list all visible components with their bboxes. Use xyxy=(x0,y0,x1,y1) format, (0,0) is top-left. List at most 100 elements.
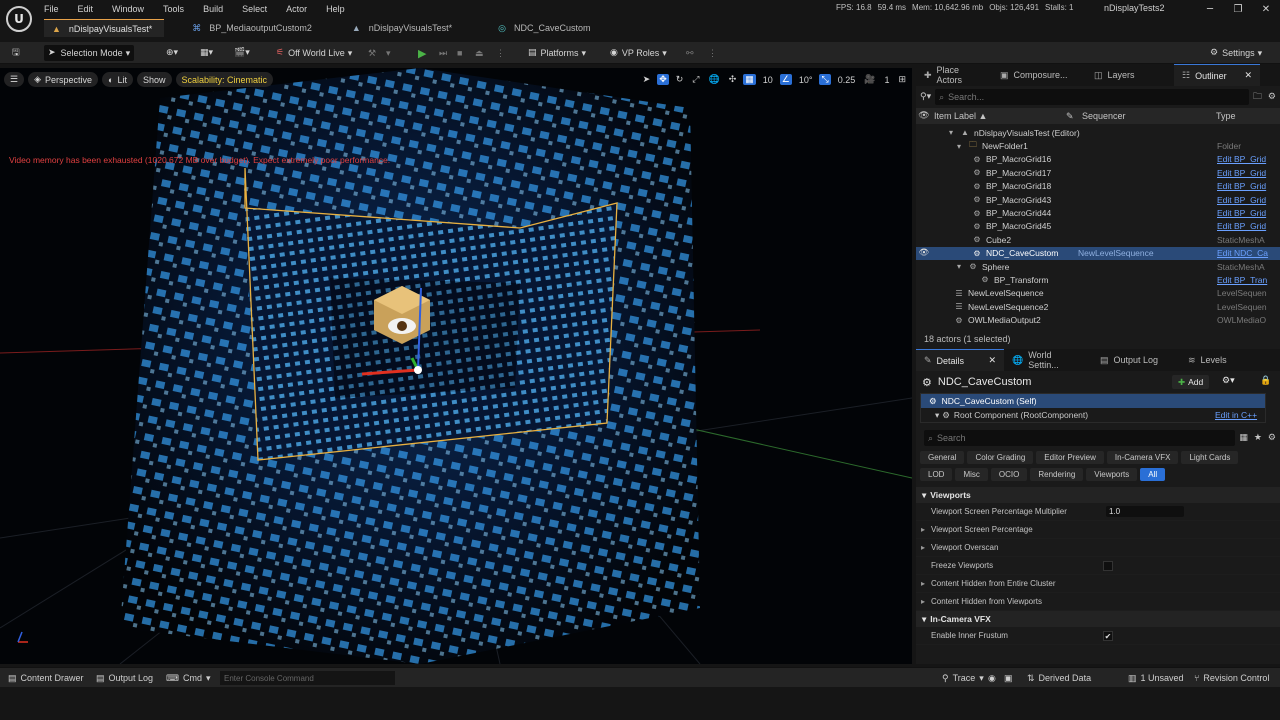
multi-user-icon[interactable]: ⚯ xyxy=(682,45,698,61)
filter-in-camera-vfx[interactable]: In-Camera VFX xyxy=(1106,451,1179,464)
scale-icon[interactable]: ⤢ xyxy=(690,74,701,85)
maximize-viewport-icon[interactable]: ⊞ xyxy=(896,74,908,85)
collapse-icon[interactable]: ▾ xyxy=(954,262,964,271)
details-search-input[interactable]: ⌕ Search xyxy=(924,430,1236,446)
tab-blueprint[interactable]: ⌘ BP_MediaoutputCustom2 xyxy=(184,19,324,37)
grid-snap-icon[interactable]: ▦ xyxy=(743,74,756,85)
console-command-input[interactable]: Enter Console Command xyxy=(220,671,395,685)
screenshot-icon[interactable]: ▣ xyxy=(1004,671,1013,685)
more-options-icon[interactable]: ⋮ xyxy=(492,45,509,61)
play-icon[interactable]: ▶ xyxy=(414,45,430,61)
filter-lod[interactable]: LOD xyxy=(920,468,953,481)
freeze-viewports-checkbox[interactable] xyxy=(1103,561,1113,571)
tree-row[interactable]: ⚙ BP_MacroGrid44 Edit BP_Grid xyxy=(916,206,1280,219)
filter-general[interactable]: General xyxy=(920,451,965,464)
outliner-settings-icon[interactable]: ⚙ xyxy=(1268,92,1276,102)
menu-help[interactable]: Help xyxy=(326,4,345,14)
more-options-icon[interactable]: ⋮ xyxy=(704,45,721,61)
record-icon[interactable]: ◉ xyxy=(988,671,996,685)
tree-row[interactable]: ☰ NewLevelSequence2 LevelSequen xyxy=(916,300,1280,313)
cinematics-button[interactable]: 🎬▾ xyxy=(230,45,254,61)
rotation-snap-icon[interactable]: ∠ xyxy=(779,74,792,85)
lock-icon[interactable]: 🔒 xyxy=(1260,375,1271,386)
tab-details[interactable]: ✎ Details ✕ xyxy=(916,349,1004,371)
close-icon[interactable]: ✕ xyxy=(1252,2,1280,16)
prop-hidden-entire-cluster[interactable]: ▸ Content Hidden from Entire Cluster xyxy=(916,575,1280,593)
grid-snap-value[interactable]: 10 xyxy=(761,75,775,85)
scale-snap-icon[interactable]: ⤡ xyxy=(819,74,831,85)
blueprint-options-icon[interactable]: ⚙▾ xyxy=(1222,375,1235,386)
filter-misc[interactable]: Misc xyxy=(955,468,988,481)
save-icon[interactable]: 🖫 xyxy=(8,45,24,61)
add-folder-icon[interactable]: 🗀 xyxy=(1253,89,1262,105)
menu-edit[interactable]: Edit xyxy=(78,4,94,14)
tree-row[interactable]: ☰ NewLevelSequence LevelSequen xyxy=(916,287,1280,300)
tab-levels[interactable]: ≋ Levels xyxy=(1180,349,1250,371)
expand-icon[interactable]: ▸ xyxy=(921,525,925,534)
table-view-icon[interactable]: ▦ xyxy=(1239,433,1248,443)
tab-layers[interactable]: ◫ Layers xyxy=(1086,64,1174,86)
tree-row[interactable]: ⚙ BP_MacroGrid18 Edit BP_Grid xyxy=(916,180,1280,193)
scalability-badge[interactable]: Scalability: Cinematic xyxy=(175,72,274,87)
prop-hidden-viewports[interactable]: ▸ Content Hidden from Viewports xyxy=(916,593,1280,611)
tab-composure[interactable]: ▣ Composure... xyxy=(992,64,1086,86)
tab-place-actors[interactable]: ✚ Place Actors xyxy=(916,64,992,86)
add-component-button[interactable]: ✚ Add xyxy=(1172,375,1210,389)
selection-mode-button[interactable]: ➤ Selection Mode ▾ xyxy=(44,45,135,61)
blueprints-button[interactable]: ▦▾ xyxy=(196,45,217,61)
tab-world-settings[interactable]: 🌐 World Settin... xyxy=(1004,349,1092,371)
section-in-camera-vfx[interactable]: ▾ In-Camera VFX xyxy=(916,611,1280,627)
prop-screen-percentage[interactable]: ▸ Viewport Screen Percentage xyxy=(916,521,1280,539)
filter-rendering[interactable]: Rendering xyxy=(1030,468,1084,481)
perspective-button[interactable]: ◈ Perspective xyxy=(28,72,99,87)
trace-button[interactable]: ⚲ Trace ▾ xyxy=(942,671,984,685)
filter-color-grading[interactable]: Color Grading xyxy=(967,451,1034,464)
tab-level-2[interactable]: ▲ nDislpayVisualsTest* xyxy=(344,19,464,37)
menu-actor[interactable]: Actor xyxy=(286,4,307,14)
close-tab-icon[interactable]: ✕ xyxy=(988,355,996,366)
build-icon[interactable]: ⚒ xyxy=(364,45,380,61)
prop-viewport-overscan[interactable]: ▸ Viewport Overscan xyxy=(916,539,1280,557)
settings-small-icon[interactable]: ▾ xyxy=(382,45,395,61)
expand-icon[interactable]: ▸ xyxy=(921,543,925,552)
tree-row[interactable]: ▾ 🗀 NewFolder1 Folder xyxy=(916,139,1280,152)
screen-percentage-multiplier-input[interactable]: 1.0 xyxy=(1106,506,1184,517)
tree-row[interactable]: ⚙ Cube2 StaticMeshA xyxy=(916,233,1280,246)
revision-control-button[interactable]: ⑂ Revision Control xyxy=(1194,671,1269,685)
filter-ocio[interactable]: OCIO xyxy=(990,468,1028,481)
rotation-snap-value[interactable]: 10° xyxy=(797,75,815,85)
eject-icon[interactable]: ⏏ xyxy=(471,45,488,61)
tab-level-1[interactable]: ▲ nDislpayVisualsTest* xyxy=(44,19,165,37)
collapse-icon[interactable]: ▾ xyxy=(946,128,956,137)
component-root[interactable]: ▾ ⚙ Root Component (RootComponent) Edit in… xyxy=(921,408,1265,422)
close-tab-icon[interactable]: ✕ xyxy=(1244,70,1252,81)
menu-tools[interactable]: Tools xyxy=(163,4,184,14)
maximize-icon[interactable]: ❐ xyxy=(1224,2,1252,16)
level-viewport[interactable]: ☰ ◈ Perspective ◐ Lit Show Scalability: Ci… xyxy=(0,68,912,664)
expand-icon[interactable]: ▸ xyxy=(921,579,925,588)
vp-roles-button[interactable]: ◉ VP Roles ▾ xyxy=(606,45,671,61)
tab-outliner[interactable]: ☷ Outliner ✕ xyxy=(1174,64,1260,86)
column-sequencer[interactable]: Sequencer xyxy=(1082,111,1126,121)
scale-snap-value[interactable]: 0.25 xyxy=(836,75,858,85)
settings-button[interactable]: ⚙ Settings ▾ xyxy=(1206,45,1266,61)
details-settings-icon[interactable]: ⚙ xyxy=(1268,433,1276,443)
menu-window[interactable]: Window xyxy=(112,4,144,14)
column-item-label[interactable]: Item Label ▲ xyxy=(934,111,987,121)
tree-row[interactable]: ⚙ BP_Transform Edit BP_Tran xyxy=(916,273,1280,286)
platforms-button[interactable]: ▤ Platforms ▾ xyxy=(524,45,590,61)
tree-row[interactable]: ▾ ▲ nDislpayVisualsTest (Editor) xyxy=(916,126,1280,139)
favorite-star-icon[interactable]: ★ xyxy=(1254,433,1262,443)
cmd-selector[interactable]: ⌨ Cmd ▾ xyxy=(166,671,211,685)
expand-icon[interactable]: ▸ xyxy=(921,597,925,606)
edit-in-cpp-link[interactable]: Edit in C++ xyxy=(1215,410,1257,420)
filter-icon[interactable]: ⚲▾ xyxy=(920,92,931,102)
component-self[interactable]: ⚙ NDC_CaveCustom (Self) xyxy=(921,394,1265,408)
minimize-icon[interactable]: ─ xyxy=(1196,2,1224,16)
tree-row[interactable]: ⚙ BP_MacroGrid43 Edit BP_Grid xyxy=(916,193,1280,206)
tree-row[interactable]: ⚙ BP_MacroGrid17 Edit BP_Grid xyxy=(916,166,1280,179)
viewport-options-button[interactable]: ☰ xyxy=(4,72,25,87)
camera-speed-icon[interactable]: 🎥 xyxy=(862,74,877,85)
tree-row[interactable]: ⚙ BP_MacroGrid16 Edit BP_Grid xyxy=(916,153,1280,166)
filter-light-cards[interactable]: Light Cards xyxy=(1181,451,1239,464)
